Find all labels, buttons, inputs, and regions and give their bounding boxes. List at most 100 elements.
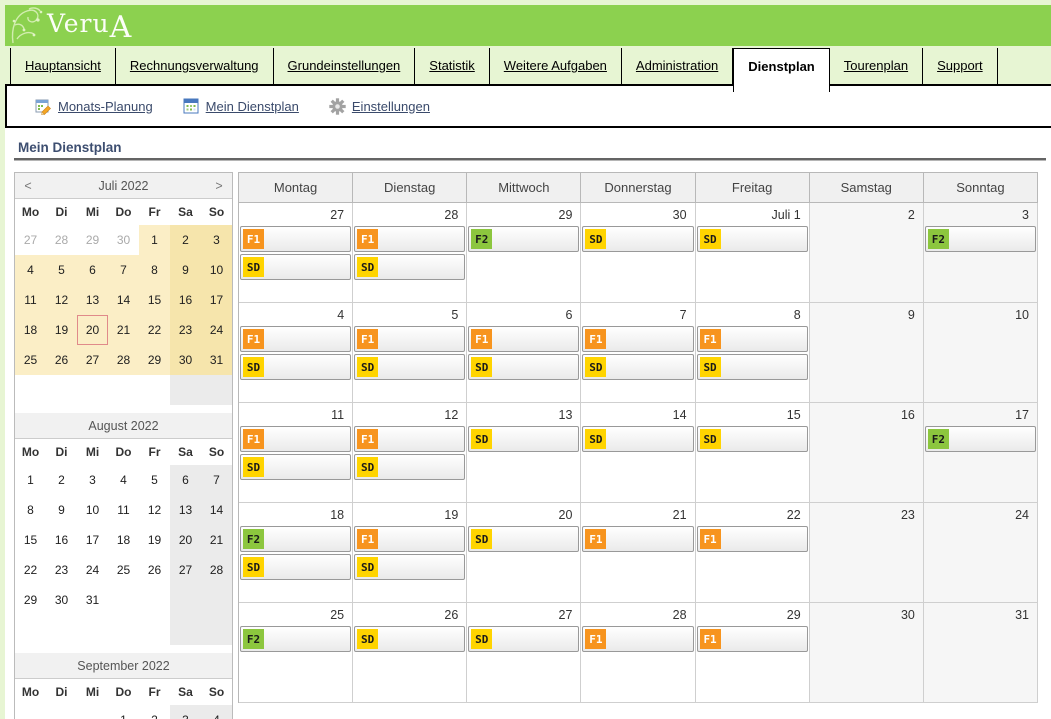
mini-day[interactable] (77, 615, 108, 645)
mini-day[interactable]: 24 (201, 315, 232, 345)
calendar-day-cell[interactable]: 17F2 (924, 403, 1038, 503)
shift-entry[interactable]: SD (697, 226, 808, 252)
mini-day[interactable] (170, 585, 201, 615)
calendar-day-cell[interactable]: 27SD (467, 603, 581, 703)
shift-entry[interactable]: SD (240, 454, 351, 480)
mini-day[interactable]: 1 (15, 465, 46, 495)
mini-day[interactable]: 2 (139, 705, 170, 719)
mini-day[interactable] (15, 705, 46, 719)
mini-day[interactable]: 20 (77, 315, 108, 345)
shift-entry[interactable]: SD (354, 554, 465, 580)
calendar-day-cell[interactable]: 11F1SD (239, 403, 353, 503)
mini-day[interactable]: 20 (170, 525, 201, 555)
mini-day[interactable]: 21 (108, 315, 139, 345)
mini-day[interactable] (77, 375, 108, 405)
shift-entry[interactable]: F1 (240, 326, 351, 352)
calendar-day-cell[interactable]: 30 (810, 603, 924, 703)
tab-grundeinstellungen[interactable]: Grundeinstellungen (274, 48, 416, 84)
calendar-day-cell[interactable]: 27F1SD (239, 203, 353, 303)
mini-day[interactable]: 27 (15, 225, 46, 255)
mini-day[interactable]: 21 (201, 525, 232, 555)
mini-day[interactable]: 30 (108, 225, 139, 255)
tab-hauptansicht[interactable]: Hauptansicht (10, 48, 116, 84)
shift-entry[interactable]: F1 (582, 526, 693, 552)
shift-entry[interactable]: F1 (582, 626, 693, 652)
mini-day[interactable]: 13 (170, 495, 201, 525)
mini-day[interactable] (139, 615, 170, 645)
mini-day[interactable]: 2 (170, 225, 201, 255)
calendar-day-cell[interactable]: 8F1SD (696, 303, 810, 403)
calendar-day-cell[interactable]: 20SD (467, 503, 581, 603)
shift-entry[interactable]: SD (240, 354, 351, 380)
calendar-day-cell[interactable]: 19F1SD (353, 503, 467, 603)
calendar-day-cell[interactable]: 15SD (696, 403, 810, 503)
mini-day[interactable] (170, 615, 201, 645)
mini-day[interactable]: 31 (77, 585, 108, 615)
mini-day[interactable] (139, 585, 170, 615)
tab-weitere-aufgaben[interactable]: Weitere Aufgaben (490, 48, 622, 84)
toolbar-link-einstellungen[interactable]: Einstellungen (329, 98, 430, 115)
mini-day[interactable]: 29 (77, 225, 108, 255)
mini-day[interactable]: 1 (108, 705, 139, 719)
mini-day[interactable]: 18 (15, 315, 46, 345)
calendar-day-cell[interactable]: 6F1SD (467, 303, 581, 403)
toolbar-link-monats-planung[interactable]: Monats-Planung (35, 98, 153, 115)
shift-entry[interactable]: SD (240, 554, 351, 580)
shift-entry[interactable]: SD (582, 226, 693, 252)
calendar-day-cell[interactable]: 24 (924, 503, 1038, 603)
mini-day[interactable]: 17 (77, 525, 108, 555)
shift-entry[interactable]: SD (354, 626, 465, 652)
mini-day[interactable]: 29 (15, 585, 46, 615)
mini-day[interactable]: 1 (139, 225, 170, 255)
mini-day[interactable]: 8 (15, 495, 46, 525)
calendar-day-cell[interactable]: 18F2SD (239, 503, 353, 603)
calendar-day-cell[interactable]: 25F2 (239, 603, 353, 703)
mini-day[interactable]: 25 (108, 555, 139, 585)
mini-day[interactable]: 19 (139, 525, 170, 555)
mini-day[interactable]: 27 (170, 555, 201, 585)
calendar-day-cell[interactable]: 29F2 (467, 203, 581, 303)
calendar-day-cell[interactable]: 29F1 (696, 603, 810, 703)
shift-entry[interactable]: F2 (925, 426, 1036, 452)
mini-day[interactable]: 18 (108, 525, 139, 555)
mini-day[interactable]: 17 (201, 285, 232, 315)
calendar-day-cell[interactable]: 13SD (467, 403, 581, 503)
mini-day[interactable] (108, 615, 139, 645)
calendar-day-cell[interactable]: 12F1SD (353, 403, 467, 503)
mini-day[interactable]: 14 (201, 495, 232, 525)
calendar-day-cell[interactable]: 23 (810, 503, 924, 603)
shift-entry[interactable]: F1 (468, 326, 579, 352)
mini-day[interactable]: 5 (46, 255, 77, 285)
mini-day[interactable]: 14 (108, 285, 139, 315)
mini-day[interactable] (77, 705, 108, 719)
mini-day[interactable]: 29 (139, 345, 170, 375)
mini-day[interactable]: 8 (139, 255, 170, 285)
mini-day[interactable]: 3 (77, 465, 108, 495)
shift-entry[interactable]: F1 (354, 526, 465, 552)
shift-entry[interactable]: SD (468, 526, 579, 552)
calendar-day-cell[interactable]: 10 (924, 303, 1038, 403)
mini-day[interactable]: 26 (139, 555, 170, 585)
shift-entry[interactable]: SD (354, 354, 465, 380)
mini-day[interactable]: 15 (15, 525, 46, 555)
mini-day[interactable] (15, 615, 46, 645)
calendar-day-cell[interactable]: 3F2 (924, 203, 1038, 303)
mini-day[interactable]: 24 (77, 555, 108, 585)
mini-day[interactable]: 23 (170, 315, 201, 345)
mini-day[interactable]: 4 (201, 705, 232, 719)
mini-day[interactable]: 6 (170, 465, 201, 495)
mini-day[interactable] (46, 375, 77, 405)
calendar-day-cell[interactable]: 22F1 (696, 503, 810, 603)
mini-day[interactable]: 22 (139, 315, 170, 345)
tab-dienstplan[interactable]: Dienstplan (733, 48, 829, 92)
mini-day[interactable]: 11 (108, 495, 139, 525)
mini-day[interactable]: 16 (170, 285, 201, 315)
calendar-day-cell[interactable]: 5F1SD (353, 303, 467, 403)
calendar-day-cell[interactable]: 16 (810, 403, 924, 503)
shift-entry[interactable]: F1 (582, 326, 693, 352)
mini-day[interactable] (108, 375, 139, 405)
mini-day[interactable]: 2 (46, 465, 77, 495)
mini-prev-month-button[interactable]: < (15, 179, 41, 193)
mini-day[interactable]: 13 (77, 285, 108, 315)
calendar-day-cell[interactable]: 26SD (353, 603, 467, 703)
